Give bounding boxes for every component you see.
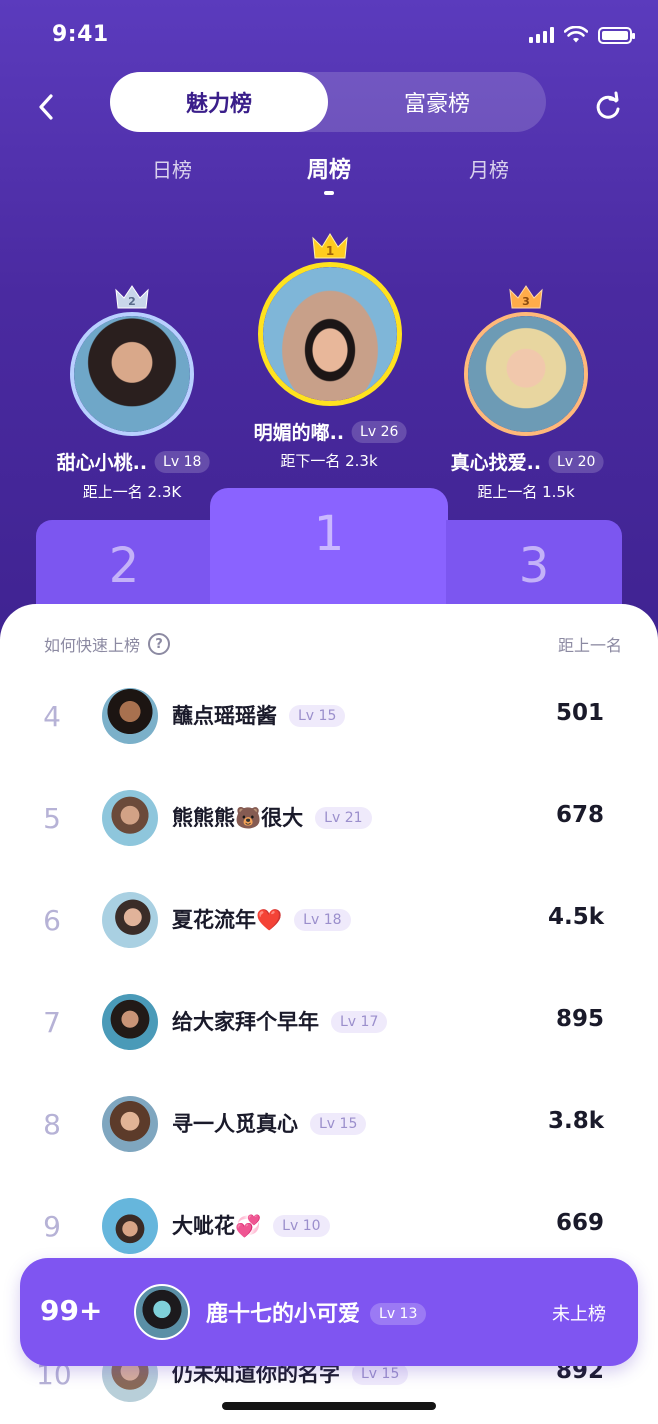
- crown-gold-icon: 1: [312, 233, 348, 259]
- tab-daily[interactable]: 日榜: [152, 154, 192, 183]
- row-rank: 5: [43, 802, 61, 835]
- podium-third-name-row: 真心找爱.. Lv 20: [451, 448, 604, 475]
- list-row-8[interactable]: 8 寻一人觅真心 Lv 15 3.8k: [0, 1080, 658, 1180]
- list-row-6[interactable]: 6 夏花流年❤️ Lv 18 4.5k: [0, 876, 658, 976]
- row-score: 4.5k: [547, 904, 604, 930]
- crown-bronze-icon: 3: [509, 285, 543, 309]
- how-to-rank-label: 如何快速上榜: [44, 636, 141, 655]
- back-arrow-icon[interactable]: [32, 90, 62, 124]
- svg-text:3: 3: [522, 295, 530, 308]
- my-rank-status: 未上榜: [552, 1304, 606, 1325]
- row-score: 669: [555, 1210, 604, 1236]
- row-rank: 6: [43, 904, 61, 937]
- podium-third[interactable]: 3: [464, 282, 588, 438]
- row-name: 夏花流年❤️: [172, 908, 283, 932]
- row-score: 501: [555, 700, 604, 726]
- avatar: [102, 790, 158, 846]
- podium-third-gap: 距上一名 1.5k: [477, 483, 575, 501]
- row-name-wrap: 熊熊熊🐻很大 Lv 21: [172, 802, 372, 832]
- row-level: Lv 10: [273, 1215, 330, 1237]
- row-level: Lv 18: [294, 909, 351, 931]
- podium-first-gap: 距下一名 2.3k: [280, 452, 378, 470]
- row-name-wrap: 蘸点瑶瑶酱 Lv 15: [172, 700, 346, 730]
- podium-second-name-row: 甜心小桃.. Lv 18: [57, 448, 210, 475]
- row-level: Lv 15: [352, 1363, 409, 1385]
- podium-first-name: 明媚的嘟..: [253, 422, 345, 444]
- row-name: 熊熊熊🐻很大: [172, 806, 304, 830]
- avatar: [102, 994, 158, 1050]
- podium-second-name: 甜心小桃..: [56, 452, 148, 474]
- row-rank: 9: [43, 1210, 61, 1243]
- wifi-icon: [564, 26, 588, 43]
- my-rank-bar[interactable]: 99+ 鹿十七的小可爱 Lv 13 未上榜: [20, 1258, 638, 1366]
- how-to-rank-link[interactable]: 如何快速上榜 ?: [44, 632, 171, 656]
- home-indicator: [222, 1402, 436, 1410]
- podium-third-name: 真心找爱..: [450, 452, 542, 474]
- list-row-7[interactable]: 7 给大家拜个早年 Lv 17 895: [0, 978, 658, 1078]
- tab-wealth[interactable]: 富豪榜: [328, 72, 546, 132]
- row-rank: 8: [43, 1108, 61, 1141]
- avatar: [102, 1096, 158, 1152]
- row-name-wrap: 夏花流年❤️ Lv 18: [172, 904, 351, 934]
- row-rank: 4: [43, 700, 61, 733]
- status-icons: [529, 26, 635, 44]
- row-name-wrap: 寻一人觅真心 Lv 15: [172, 1108, 367, 1138]
- row-level: Lv 17: [331, 1011, 388, 1033]
- my-avatar: [134, 1284, 190, 1340]
- list-row-5[interactable]: 5 熊熊熊🐻很大 Lv 21 678: [0, 774, 658, 874]
- podium-third-level: Lv 20: [549, 450, 604, 473]
- row-name: 给大家拜个早年: [172, 1010, 319, 1034]
- my-level: Lv 13: [370, 1303, 427, 1325]
- crown-silver-icon: 2: [115, 285, 149, 309]
- row-level: Lv 21: [315, 807, 372, 829]
- my-name: 鹿十七的小可爱: [206, 1302, 361, 1327]
- avatar: [102, 1198, 158, 1254]
- list-row-4[interactable]: 4 蘸点瑶瑶酱 Lv 15 501: [0, 672, 658, 772]
- row-rank: 7: [43, 1006, 61, 1039]
- row-score: 895: [555, 1006, 604, 1032]
- gap-column-header: 距上一名: [557, 636, 622, 655]
- row-level: Lv 15: [310, 1113, 367, 1135]
- row-name: 寻一人觅真心: [172, 1112, 298, 1136]
- tab-charm[interactable]: 魅力榜: [110, 72, 328, 132]
- avatar-first: [258, 262, 402, 406]
- podium-second-level: Lv 18: [155, 450, 210, 473]
- avatar-second: [70, 312, 194, 436]
- avatar: [102, 688, 158, 744]
- podium-first-level: Lv 26: [352, 420, 407, 443]
- podium-first-name-row: 明媚的嘟.. Lv 26: [254, 418, 407, 445]
- signal-icon: [529, 27, 554, 43]
- podium-second-gap: 距上一名 2.3K: [82, 483, 182, 501]
- row-name: 大呲花💞: [172, 1214, 262, 1238]
- tab-monthly[interactable]: 月榜: [469, 154, 509, 183]
- row-name: 蘸点瑶瑶酱: [172, 704, 277, 728]
- my-name-wrap: 鹿十七的小可爱 Lv 13: [206, 1296, 427, 1328]
- avatar-third: [464, 312, 588, 436]
- battery-icon: [598, 26, 635, 44]
- row-score: 3.8k: [547, 1108, 604, 1134]
- my-rank: 99+: [40, 1294, 103, 1327]
- row-name-wrap: 大呲花💞 Lv 10: [172, 1210, 330, 1240]
- status-time: 9:41: [52, 22, 109, 47]
- ranking-type-switch: 魅力榜 富豪榜: [110, 72, 546, 132]
- refresh-icon[interactable]: [592, 90, 624, 124]
- row-name-wrap: 给大家拜个早年 Lv 17: [172, 1006, 388, 1036]
- svg-text:2: 2: [128, 295, 136, 308]
- podium-first[interactable]: 1: [258, 230, 402, 406]
- period-tabs: 日榜 周榜 月榜: [0, 154, 658, 204]
- active-tab-indicator: [324, 191, 334, 195]
- help-question-icon: ?: [148, 633, 171, 655]
- podium-second[interactable]: 2: [70, 282, 194, 438]
- tab-weekly[interactable]: 周榜: [307, 152, 351, 184]
- row-level: Lv 15: [289, 705, 346, 727]
- hero-header: 9:41 魅力榜 富豪榜 日榜 周榜 月榜 2 甜心小桃.. Lv 18 距上一…: [0, 0, 658, 660]
- svg-text:1: 1: [326, 244, 334, 258]
- row-score: 678: [555, 802, 604, 828]
- avatar: [102, 892, 158, 948]
